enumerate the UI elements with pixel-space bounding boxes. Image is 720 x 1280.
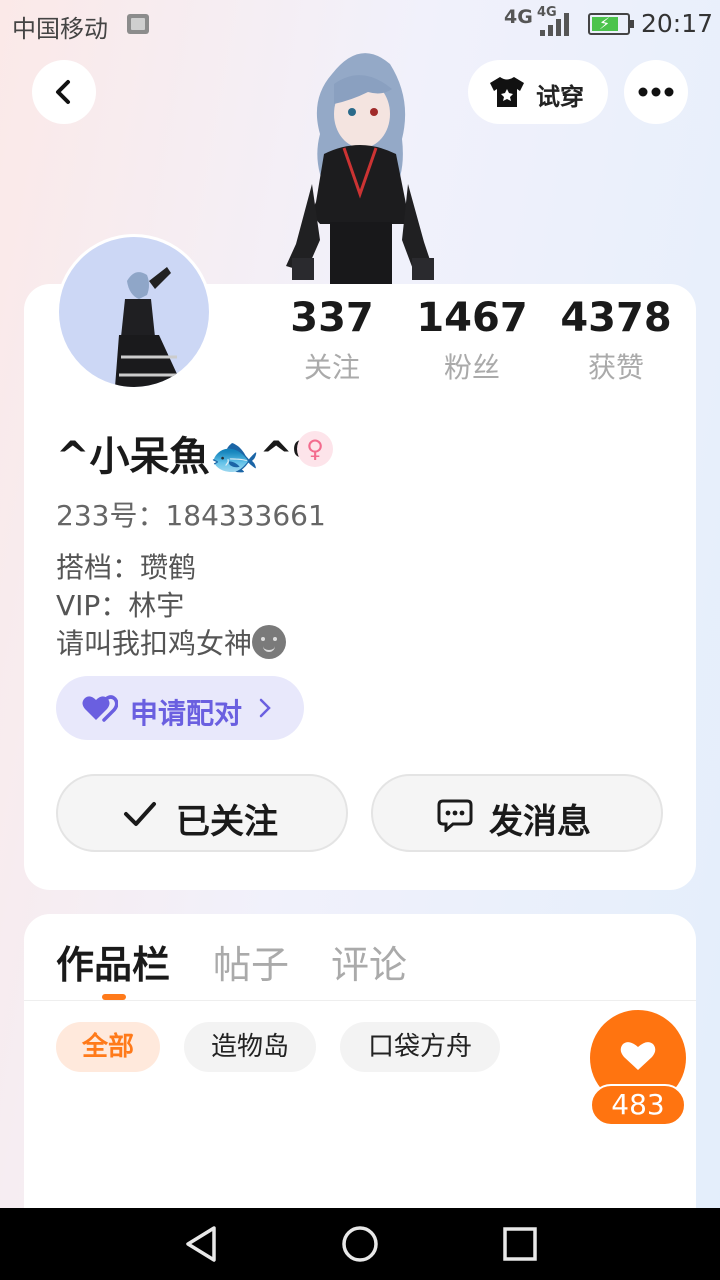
stat-following[interactable]: 337 关注: [257, 294, 407, 386]
stat-fans-value: 1467: [416, 295, 528, 341]
tshirt-icon: [490, 77, 524, 107]
bio-line-vip: VIP：林宇: [56, 589, 185, 622]
tab-comments[interactable]: 评论: [331, 934, 407, 989]
nav-home-icon[interactable]: [341, 1224, 379, 1264]
stat-likes: 4378 获赞: [541, 294, 691, 386]
send-message-label: 发消息: [489, 802, 591, 842]
sim-icon: [127, 14, 149, 34]
face-emoji-icon: [252, 625, 287, 659]
stat-following-label: 关注: [303, 351, 360, 384]
tab-works[interactable]: 作品栏: [56, 934, 170, 989]
back-button[interactable]: [32, 60, 96, 124]
user-id[interactable]: 233号：184333661: [56, 494, 326, 534]
bio-line-partner: 搭档：瓒鹤: [56, 551, 197, 584]
followed-label: 已关注: [176, 802, 278, 842]
request-pair-button[interactable]: 申请配对: [56, 676, 304, 740]
check-icon: [124, 802, 156, 826]
like-count: 483: [590, 1084, 686, 1126]
send-message-button[interactable]: 发消息: [371, 774, 663, 852]
more-button[interactable]: [624, 60, 688, 124]
nav-recents-icon[interactable]: [501, 1224, 539, 1264]
tab-divider: [24, 1000, 696, 1001]
female-gender-icon: ♀: [297, 431, 333, 467]
nickname: ^小呆魚🐟^⁰: [56, 434, 311, 480]
try-on-button[interactable]: 试穿: [468, 60, 608, 124]
stat-following-value: 337: [290, 295, 374, 341]
back-icon: [56, 80, 70, 104]
bio-line-title-text: 请叫我扣鸡女神: [56, 627, 253, 660]
heart-icon: [620, 1042, 656, 1070]
chevron-right-icon: [259, 698, 271, 718]
request-pair-label: 申请配对: [130, 697, 243, 730]
chip-pocket-ark[interactable]: 口袋方舟: [340, 1022, 500, 1072]
bio-line-title: 请叫我扣鸡女神: [56, 622, 287, 662]
stat-fans[interactable]: 1467 粉丝: [397, 294, 547, 386]
more-icon: [638, 87, 674, 97]
battery-charging-icon: ⚡: [588, 13, 634, 35]
double-heart-icon: [82, 695, 118, 722]
tab-posts[interactable]: 帖子: [213, 934, 289, 989]
stat-likes-label: 获赞: [587, 351, 644, 384]
followed-button[interactable]: 已关注: [56, 774, 348, 852]
chat-bubble-icon: [437, 799, 473, 832]
signal-icon: [540, 12, 572, 36]
character-illustration: [286, 53, 434, 286]
try-on-label: 试穿: [536, 83, 584, 111]
chip-creation-island[interactable]: 造物岛: [184, 1022, 316, 1072]
avatar[interactable]: [56, 234, 212, 390]
system-nav-bar: [0, 1208, 720, 1280]
stat-likes-value: 4378: [560, 295, 672, 341]
avatar-figure: [115, 267, 183, 387]
clock: 20:17: [641, 9, 714, 38]
nav-back-icon[interactable]: [182, 1224, 220, 1264]
status-bar: 中国移动 4G 4G ⚡ 20:17: [0, 0, 720, 50]
carrier-name: 中国移动: [12, 15, 108, 43]
stat-fans-label: 粉丝: [443, 351, 500, 384]
chip-all[interactable]: 全部: [56, 1022, 160, 1072]
network-type-label: 4G: [504, 6, 533, 28]
